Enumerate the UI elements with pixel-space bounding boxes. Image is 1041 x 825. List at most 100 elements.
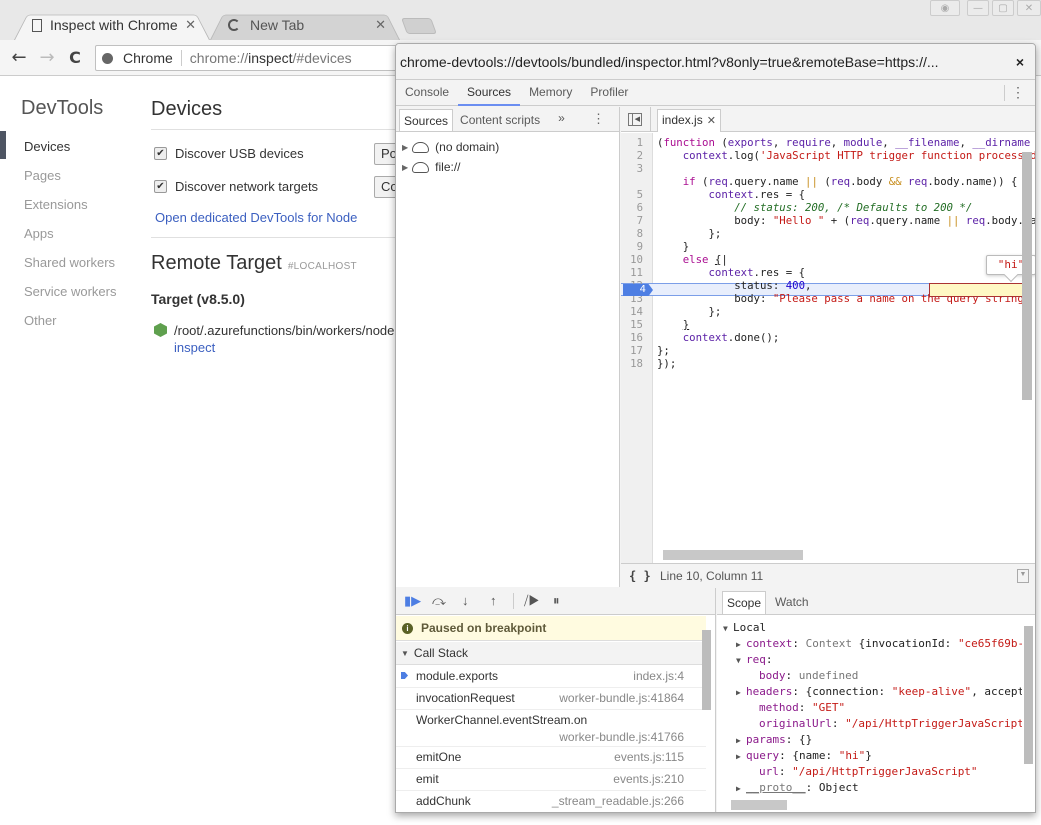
close-file-icon[interactable]: ✕ — [707, 115, 716, 127]
navigator-menu-icon[interactable]: ⋮ — [592, 111, 605, 127]
tab-memory[interactable]: Memory — [520, 80, 581, 105]
line-number[interactable]: 2 — [621, 149, 649, 162]
scope-property[interactable]: ▶ context: Context {invocationId: "ce65f6… — [717, 636, 1022, 653]
scope-property[interactable]: ▼ Local — [717, 620, 1022, 637]
code-line[interactable]: 9 } — [621, 240, 1021, 253]
line-number[interactable]: 7 — [621, 214, 649, 227]
code-line[interactable]: 3 — [621, 162, 1021, 175]
back-button[interactable]: ← — [8, 47, 30, 69]
expand-arrow-icon[interactable]: ▶ — [736, 749, 746, 765]
line-number[interactable]: 16 — [621, 331, 649, 344]
discover-network-checkbox[interactable]: ✔ — [154, 180, 167, 193]
frame-location[interactable]: events.js:210 — [613, 772, 684, 786]
toggle-navigator-icon[interactable]: ◀ — [628, 113, 642, 126]
pause-on-exceptions-button[interactable]: ⏸ — [553, 594, 560, 608]
code-line[interactable]: 7 body: "Hello " + (req.query.name || re… — [621, 214, 1035, 227]
line-number[interactable]: 10 — [621, 253, 649, 266]
call-frame[interactable]: emitOne events.js:115 — [396, 747, 706, 769]
frame-location[interactable]: _stream_readable.js:266 — [552, 794, 684, 808]
call-frame[interactable]: addChunk _stream_readable.js:266 — [396, 791, 706, 812]
step-into-button[interactable]: ↓ — [462, 594, 469, 608]
code-line[interactable]: 18}); — [621, 357, 1021, 370]
expand-arrow-icon[interactable]: ▶ — [736, 733, 746, 749]
code-line[interactable]: 17}; — [621, 344, 1021, 357]
inspect-link[interactable]: inspect — [174, 340, 215, 355]
tab-new-tab[interactable]: New Tab ✕ — [210, 10, 400, 40]
collapse-arrow-icon[interactable]: ▼ — [736, 653, 746, 669]
code-line[interactable]: 14 }; — [621, 305, 1021, 318]
code-line[interactable]: 5 context.res = { — [621, 188, 1021, 201]
scope-property[interactable]: body: undefined — [717, 668, 1022, 684]
expand-arrow-icon[interactable]: ▶ — [736, 637, 746, 653]
address-bar[interactable]: Chrome chrome://inspect/#devices — [95, 45, 425, 71]
code-line[interactable]: 8 }; — [621, 227, 1021, 240]
close-tab-icon[interactable]: ✕ — [185, 18, 196, 33]
line-number[interactable]: 17 — [621, 344, 649, 357]
line-number[interactable]: 14 — [621, 305, 649, 318]
more-tabs-icon[interactable]: » — [558, 111, 565, 131]
tab-scope[interactable]: Scope — [722, 591, 767, 614]
tab-watch[interactable]: Watch — [771, 591, 813, 614]
line-number[interactable]: 18 — [621, 357, 649, 370]
deactivate-breakpoints-button[interactable]: ⧸▶ — [524, 594, 540, 608]
scope-property[interactable]: ▶ params: {} — [717, 732, 1022, 749]
frame-location[interactable]: worker-bundle.js:41766 — [559, 730, 684, 744]
line-number[interactable]: 3 — [621, 162, 649, 175]
call-stack-header[interactable]: ▼ Call Stack — [396, 642, 706, 665]
code-line[interactable]: 15 } — [621, 318, 1021, 331]
minimize-button[interactable]: — — [967, 0, 989, 16]
horizontal-scrollbar[interactable] — [663, 550, 803, 560]
sidebar-item-other[interactable]: Other — [24, 313, 57, 328]
maximize-button[interactable]: ▢ — [992, 0, 1014, 16]
scope-property[interactable]: ▶ headers: {connection: "keep-alive", acc… — [717, 684, 1022, 701]
code-line[interactable]: 16 context.done(); — [621, 331, 1021, 344]
call-frame[interactable]: emit events.js:210 — [396, 769, 706, 791]
sidebar-item-apps[interactable]: Apps — [24, 226, 54, 241]
toggle-debugger-icon[interactable]: ▼ — [1017, 569, 1029, 583]
frame-location[interactable]: worker-bundle.js:41864 — [559, 691, 684, 705]
expand-arrow-icon[interactable]: ▶ — [736, 781, 746, 797]
resume-button[interactable]: ▮▶ — [404, 594, 421, 608]
code-line[interactable]: 6 // status: 200, /* Defaults to 200 */ — [621, 201, 1021, 214]
code-line[interactable]: 1 (function (exports, require, module, __… — [621, 136, 1031, 149]
code-line[interactable]: 11 context.res = { — [621, 266, 1021, 279]
code-line[interactable]: 10 else {| — [621, 253, 1021, 266]
scope-property[interactable]: method: "GET" — [717, 700, 1022, 716]
nav-tab-sources[interactable]: Sources — [399, 109, 454, 131]
close-devtools-button[interactable]: × — [1005, 54, 1035, 70]
tab-inspect[interactable]: Inspect with Chrome Developer Tools ✕ — [14, 10, 210, 40]
scope-property[interactable]: ▶ __proto__: Object — [717, 780, 1022, 797]
line-number[interactable]: 5 — [621, 188, 649, 201]
sidebar-item-service-workers[interactable]: Service workers — [24, 284, 116, 299]
step-out-button[interactable]: ↑ — [490, 594, 497, 608]
sidebar-item-extensions[interactable]: Extensions — [24, 197, 88, 212]
line-number[interactable]: 8 — [621, 227, 649, 240]
sidebar-item-pages[interactable]: Pages — [24, 168, 61, 183]
tree-item-no-domain[interactable]: ▶ (no domain) — [402, 140, 499, 154]
tab-sources[interactable]: Sources — [458, 80, 521, 106]
tab-profiler[interactable]: Profiler — [581, 80, 637, 105]
call-frame[interactable]: module.exports index.js:4 — [396, 666, 706, 688]
sidebar-item-shared-workers[interactable]: Shared workers — [24, 255, 115, 270]
code-line[interactable]: 2 context.log('JavaScript HTTP trigger f… — [621, 149, 1035, 162]
open-node-devtools-link[interactable]: Open dedicated DevTools for Node — [155, 210, 357, 225]
discover-usb-checkbox[interactable]: ✔ — [154, 147, 167, 160]
call-frame[interactable]: invocationRequest worker-bundle.js:41864 — [396, 688, 706, 710]
vertical-scrollbar[interactable] — [1022, 152, 1032, 400]
profile-icon[interactable]: ◉ — [930, 0, 960, 16]
line-number[interactable]: 9 — [621, 240, 649, 253]
reload-button[interactable]: C — [64, 47, 86, 69]
scope-property[interactable]: originalUrl: "/api/HttpTriggerJavaScript — [717, 716, 1022, 732]
scope-property[interactable]: url: "/api/HttpTriggerJavaScript" — [717, 764, 1022, 780]
more-options-icon[interactable]: ⋮ — [1011, 84, 1025, 101]
tree-item-file[interactable]: ▶ file:// — [402, 160, 461, 174]
new-tab-button[interactable] — [401, 18, 437, 34]
forward-button[interactable]: → — [36, 47, 58, 69]
collapse-arrow-icon[interactable]: ▼ — [723, 621, 733, 637]
nav-tab-content-scripts[interactable]: Content scripts — [456, 109, 544, 131]
tab-console[interactable]: Console — [396, 80, 458, 105]
frame-location[interactable]: index.js:4 — [633, 669, 684, 683]
scope-property[interactable]: ▶ query: {name: "hi"} — [717, 748, 1022, 765]
breakpoint-marker[interactable]: 4 — [623, 284, 653, 296]
line-number[interactable]: 11 — [621, 266, 649, 279]
